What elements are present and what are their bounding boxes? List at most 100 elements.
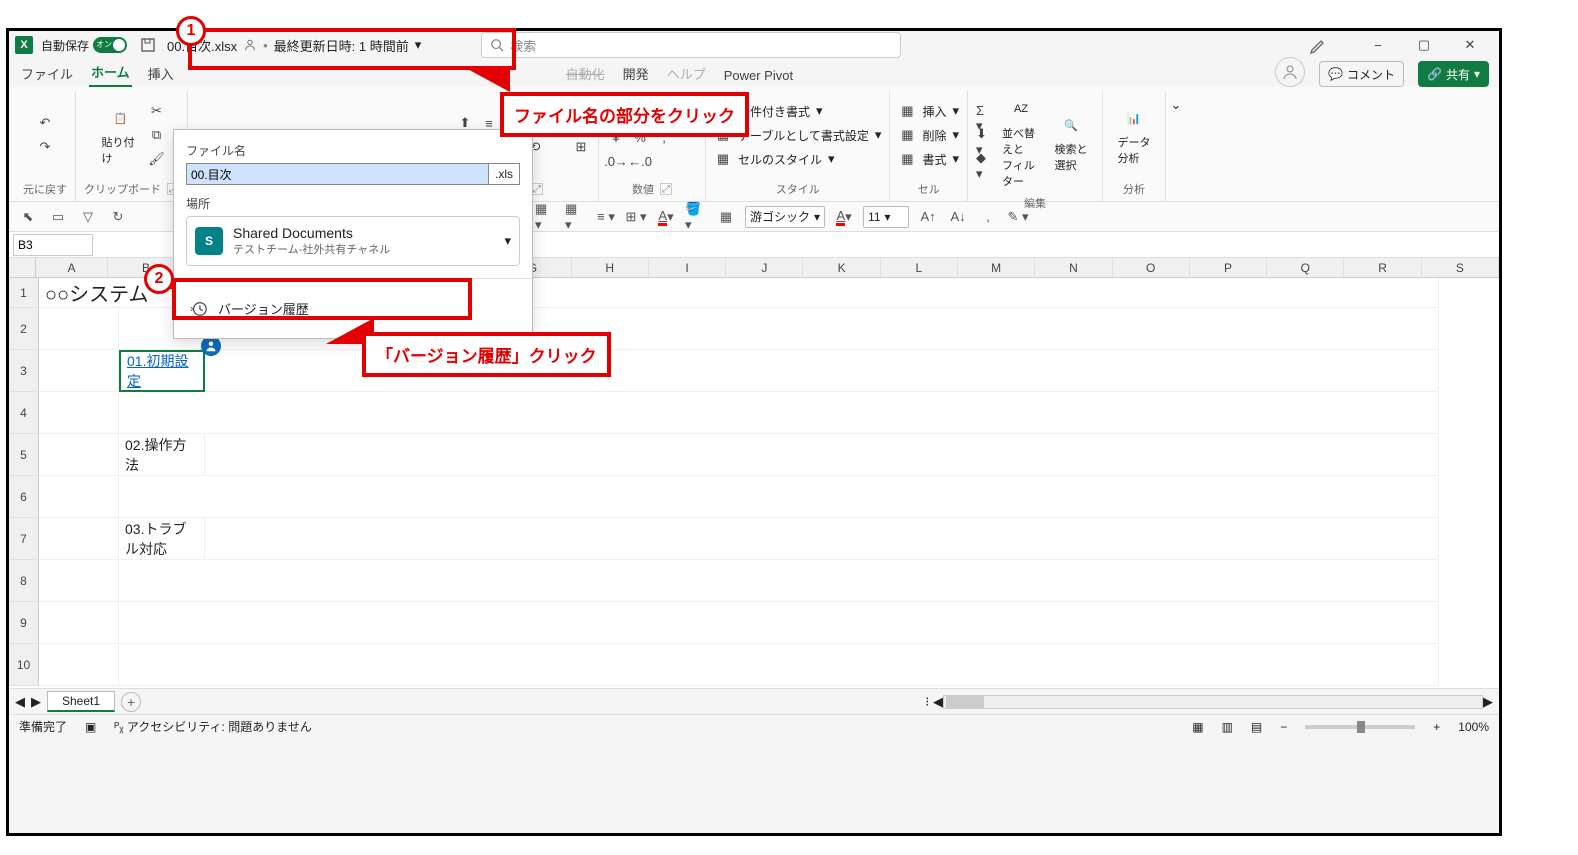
tab-powerpivot[interactable]: Power Pivot [722,64,795,87]
collapse-ribbon-icon[interactable]: ⌄ [1171,97,1182,113]
row-header[interactable]: 3 [9,350,39,392]
fill-icon[interactable]: ⬇ ▾ [976,133,994,151]
tab-automate[interactable]: 自動化 [564,60,607,87]
reapply-icon[interactable]: ↻ [107,206,129,228]
zoom-out-icon[interactable]: − [1280,720,1287,734]
col-header[interactable]: P [1190,258,1267,277]
tab-developer[interactable]: 開発 [621,60,651,87]
merge-center-icon[interactable]: ⊞ [572,138,590,156]
add-sheet-button[interactable]: + [121,692,141,712]
comma2-icon[interactable]: , [977,206,999,228]
select-all-corner[interactable] [9,258,36,277]
row-header[interactable]: 8 [9,560,39,602]
accessibility-status[interactable]: ᴾᵪ アクセシビリティ: 問題ありません [114,718,311,735]
redo-icon[interactable]: ↷ [36,138,54,156]
account-icon[interactable] [1275,57,1305,87]
sheet-tab[interactable]: Sheet1 [47,691,115,712]
cursor-icon[interactable]: ⬉ [17,206,39,228]
col-header[interactable]: R [1344,258,1421,277]
search-input[interactable]: 検索 [481,32,901,58]
row-header[interactable]: 2 [9,308,39,350]
font-name-select[interactable]: 游ゴシック ▾ [745,206,825,228]
cell[interactable]: 03.トラブル対応 [119,518,205,560]
row-header[interactable]: 6 [9,476,39,518]
zoom-slider[interactable] [1305,725,1415,729]
save-icon[interactable] [137,34,159,56]
col-header[interactable]: M [958,258,1035,277]
highlight-icon[interactable]: ✎ ▾ [1007,206,1029,228]
clear-icon[interactable]: ◆ ▾ [976,157,994,175]
copy-icon[interactable]: ⧉ [148,126,166,144]
tab-home[interactable]: ホーム [89,58,132,87]
row-header[interactable]: 7 [9,518,39,560]
tab-help[interactable]: ヘルプ [665,60,708,87]
selected-cell[interactable]: 01.初期設定 [119,350,205,392]
view-page-icon[interactable]: ▥ [1222,720,1233,734]
file-extension[interactable]: .xls [489,163,520,185]
increase-decimal-icon[interactable]: .0→ [607,152,625,170]
cell[interactable]: 02.操作方法 [119,434,205,476]
autosave-toggle[interactable]: オン [93,37,127,53]
col-header[interactable]: Q [1267,258,1344,277]
filter-icon[interactable]: ▽ [77,206,99,228]
prev-sheet-icon[interactable]: ▶ [31,694,41,710]
share-button[interactable]: 🔗 共有 ▾ [1418,61,1489,87]
first-sheet-icon[interactable]: ◀ [15,694,25,710]
font-color2-icon[interactable]: A ▾ [833,206,855,228]
minimize-button[interactable]: − [1355,31,1401,59]
dialog-launcher-icon[interactable]: ⤢ [660,183,672,195]
col-header[interactable]: L [881,258,958,277]
comments-button[interactable]: 💬 コメント [1319,61,1404,87]
undo-icon[interactable]: ↶ [36,114,54,132]
zoom-level[interactable]: 100% [1458,720,1489,734]
data-analysis-button[interactable]: 📊データ 分析 [1111,100,1157,170]
font-size-select[interactable]: 11 ▾ [863,206,909,228]
font-color-icon[interactable]: A ▾ [655,206,677,228]
filename-input[interactable] [186,163,489,185]
col-header[interactable]: A [36,258,108,277]
format-cells-button[interactable]: ▦書式 ▾ [898,150,959,168]
col-header[interactable]: S [1422,258,1499,277]
format-painter-icon[interactable]: 🖌 [148,150,166,168]
decrease-decimal-icon[interactable]: ←.0 [631,152,649,170]
fill-color-icon[interactable]: 🪣 ▾ [685,206,707,228]
merge-icon[interactable]: ⊞ ▾ [625,206,647,228]
align-icon[interactable]: ≡ ▾ [595,206,617,228]
autosum-icon[interactable]: Σ ▾ [976,109,994,127]
col-header[interactable]: K [803,258,880,277]
col-header[interactable]: O [1113,258,1190,277]
pen-icon[interactable] [1309,35,1329,55]
row-header[interactable]: 1 [9,278,39,308]
macro-rec-icon[interactable]: ▣ [85,720,96,734]
row-header[interactable]: 10 [9,644,39,686]
increase-font-icon[interactable]: A↑ [917,206,939,228]
border2-icon[interactable]: ▦ ▾ [565,206,587,228]
name-box[interactable] [13,234,93,256]
horizontal-scrollbar[interactable] [943,695,1483,709]
location-select[interactable]: S Shared Documents テストチーム-社外共有チャネル ▾ [186,216,520,266]
row-header[interactable]: 4 [9,392,39,434]
delete-cells-button[interactable]: ▦削除 ▾ [898,126,959,144]
col-header[interactable]: J [726,258,803,277]
border3-icon[interactable]: ▦ [715,206,737,228]
row-header[interactable]: 5 [9,434,39,476]
select-icon[interactable]: ▭ [47,206,69,228]
col-header[interactable]: N [1035,258,1112,277]
col-header[interactable]: I [649,258,726,277]
filename-area[interactable]: 00.目次.xlsx • 最終更新日時: 1 時間前 ▾ [167,36,421,55]
decrease-font-icon[interactable]: A↓ [947,206,969,228]
cut-icon[interactable]: ✂ [148,102,166,120]
zoom-in-icon[interactable]: + [1433,720,1440,734]
close-button[interactable]: ✕ [1447,31,1493,59]
row-header[interactable]: 9 [9,602,39,644]
find-select-button[interactable]: 🔍検索と 選択 [1048,107,1094,177]
col-header[interactable]: H [572,258,649,277]
border-icon[interactable]: ▦ ▾ [535,206,557,228]
view-break-icon[interactable]: ▤ [1251,720,1262,734]
paste-button[interactable]: 📋貼り付け [98,100,144,170]
sort-filter-button[interactable]: AZ並べ替えと フィルター [998,91,1044,193]
tab-insert[interactable]: 挿入 [146,60,176,87]
cell-styles-button[interactable]: ▦セルのスタイル ▾ [714,150,835,168]
view-normal-icon[interactable]: ▦ [1192,720,1203,734]
maximize-button[interactable]: ▢ [1401,31,1447,59]
